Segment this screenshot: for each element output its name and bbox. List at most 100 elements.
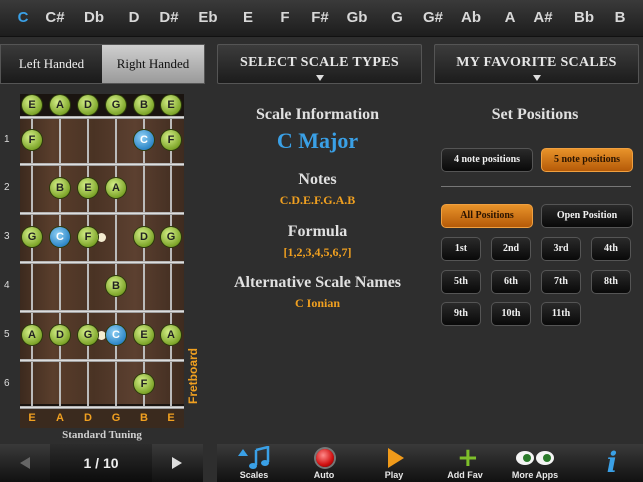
key-button-f[interactable]: F [268, 0, 302, 36]
scale-note-marker[interactable]: F [78, 227, 98, 247]
string-name-label: E [167, 412, 175, 424]
add-fav-button[interactable]: + Add Fav [435, 444, 495, 482]
dropdown-arrow-icon [315, 75, 324, 81]
more-apps-button[interactable]: More Apps [505, 444, 565, 482]
scale-note-marker[interactable]: A [161, 325, 181, 345]
notes-heading: Notes [298, 171, 337, 188]
scale-note-marker[interactable]: E [78, 178, 98, 198]
string-name-label: G [111, 412, 121, 424]
scale-note-marker[interactable]: F [161, 130, 181, 150]
play-button[interactable]: Play [364, 444, 424, 482]
scale-note-marker[interactable]: F [134, 374, 154, 394]
right-handed-button[interactable]: Right Handed [102, 45, 204, 83]
scales-button[interactable]: Scales [224, 444, 284, 482]
key-button-db[interactable]: Db [77, 0, 111, 36]
formula-value: [1,2,3,4,5,6,7] [283, 245, 352, 259]
key-button-a[interactable]: A [493, 0, 527, 36]
key-button-c-sharp[interactable]: C# [38, 0, 72, 36]
five-note-positions-button[interactable]: 5 note positions [541, 148, 633, 172]
more-apps-label: More Apps [511, 470, 559, 480]
open-string-note[interactable]: B [134, 95, 154, 115]
scale-note-marker[interactable]: B [50, 178, 70, 198]
fret-wire [20, 212, 184, 215]
key-button-a-sharp[interactable]: A# [526, 0, 560, 36]
open-string-note[interactable]: E [22, 95, 42, 115]
dropdown-arrow-icon [532, 75, 541, 81]
prev-button[interactable] [0, 444, 50, 482]
position-button-7th[interactable]: 7th [541, 270, 581, 294]
eyes-icon [516, 451, 554, 465]
open-string-note[interactable]: E [161, 95, 181, 115]
position-button-9th[interactable]: 9th [441, 302, 481, 326]
position-button-11th[interactable]: 11th [541, 302, 581, 326]
position-button-8th[interactable]: 8th [591, 270, 631, 294]
auto-label: Auto [313, 470, 335, 480]
four-note-positions-button[interactable]: 4 note positions [441, 148, 533, 172]
fretboard-label[interactable]: Fretboard [186, 334, 200, 404]
root-note-marker[interactable]: C [50, 227, 70, 247]
position-button-2nd[interactable]: 2nd [491, 237, 531, 261]
my-favorite-scales-label: MY FAVORITE SCALES [456, 55, 617, 70]
position-button-10th[interactable]: 10th [491, 302, 531, 326]
play-label: Play [384, 470, 404, 480]
key-button-gb[interactable]: Gb [340, 0, 374, 36]
key-button-d[interactable]: D [117, 0, 151, 36]
open-position-button[interactable]: Open Position [541, 204, 633, 228]
position-button-1st[interactable]: 1st [441, 237, 481, 261]
scale-note-marker[interactable]: A [22, 325, 42, 345]
position-button-3rd[interactable]: 3rd [541, 237, 581, 261]
root-note-marker[interactable]: C [106, 325, 126, 345]
key-button-bb[interactable]: Bb [567, 0, 601, 36]
hand-toggle: Left Handed Right Handed [0, 44, 205, 84]
my-favorite-scales-button[interactable]: MY FAVORITE SCALES [434, 44, 639, 84]
scale-name: C Major [276, 128, 359, 153]
fret-number: 1 [4, 134, 10, 145]
scale-note-marker[interactable]: D [50, 325, 70, 345]
open-string-note[interactable]: A [50, 95, 70, 115]
key-button-g-sharp[interactable]: G# [416, 0, 450, 36]
key-button-f-sharp[interactable]: F# [303, 0, 337, 36]
all-positions-button[interactable]: All Positions [441, 204, 533, 228]
select-scale-types-button[interactable]: SELECT SCALE TYPES [217, 44, 422, 84]
key-button-ab[interactable]: Ab [454, 0, 488, 36]
scale-note-marker[interactable]: G [78, 325, 98, 345]
play-icon [388, 448, 404, 468]
left-handed-button[interactable]: Left Handed [1, 45, 102, 83]
fret-wire [20, 261, 184, 264]
scale-note-marker[interactable]: E [134, 325, 154, 345]
info-icon[interactable]: i [592, 444, 632, 482]
alt-names-heading: Alternative Scale Names [233, 274, 402, 291]
key-button-c[interactable]: C [6, 0, 40, 36]
scale-note-marker[interactable]: A [106, 178, 126, 198]
scale-note-marker[interactable]: D [134, 227, 154, 247]
scale-note-marker[interactable]: B [106, 276, 126, 296]
key-button-e[interactable]: E [231, 0, 265, 36]
scale-note-marker[interactable]: G [22, 227, 42, 247]
string-name-label: D [84, 412, 92, 424]
plus-icon: + [457, 443, 479, 473]
fret-wire [20, 116, 184, 119]
fret-wire [20, 359, 184, 362]
open-string-note[interactable]: G [106, 95, 126, 115]
scale-note-marker[interactable]: F [22, 130, 42, 150]
root-note-marker[interactable]: C [134, 130, 154, 150]
position-button-6th[interactable]: 6th [491, 270, 531, 294]
key-button-g[interactable]: G [380, 0, 414, 36]
scale-note-marker[interactable]: G [161, 227, 181, 247]
key-button-d-sharp[interactable]: D# [152, 0, 186, 36]
page-indicator: 1 / 10 [50, 444, 152, 482]
open-string-note[interactable]: D [78, 95, 98, 115]
position-button-4th[interactable]: 4th [591, 237, 631, 261]
scale-info-heading: Scale Information [255, 106, 380, 123]
key-button-b[interactable]: B [603, 0, 637, 36]
string-name-label: A [56, 412, 64, 424]
auto-button[interactable]: Auto [294, 444, 354, 482]
formula-heading: Formula [287, 223, 348, 240]
next-button[interactable] [152, 444, 203, 482]
record-icon [316, 449, 334, 467]
fret-number: 6 [4, 378, 10, 389]
set-positions-heading: Set Positions [491, 106, 579, 123]
position-button-5th[interactable]: 5th [441, 270, 481, 294]
key-button-eb[interactable]: Eb [191, 0, 225, 36]
string-name-label: E [28, 412, 36, 424]
